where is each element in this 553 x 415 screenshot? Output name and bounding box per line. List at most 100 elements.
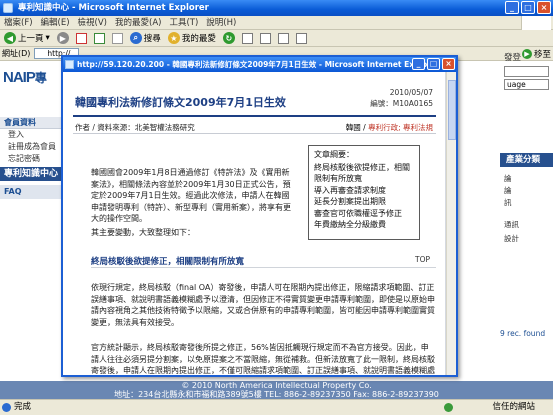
search-button[interactable]: ⌕ 搜尋 — [128, 31, 163, 46]
forward-button[interactable]: ▶ — [55, 31, 71, 46]
menu-tools[interactable]: 工具(T) — [169, 16, 198, 29]
toolbar: ◀ 上一頁 ▾ ▶ ⌕ 搜尋 ★ 我的最愛 ↻ — [0, 30, 553, 47]
refresh-icon — [93, 32, 105, 44]
menu-favorites[interactable]: 我的最愛(A) — [115, 16, 161, 29]
sidebar-item-forgot-password[interactable]: 忘記密碼 — [0, 153, 62, 165]
browser-title-bar: 專利知識中心 - Microsoft Internet Explorer _ □… — [0, 0, 553, 16]
home-button[interactable] — [110, 31, 125, 46]
language-dropdown[interactable]: uage — [504, 79, 549, 90]
ie-icon — [3, 3, 13, 13]
category-item[interactable]: 訊 — [504, 197, 512, 208]
history-button[interactable]: ↻ — [221, 31, 237, 46]
article-paragraph: 官方統計顯示，終局核駁寄發後所提之修正，56%皆因抵觸現行規定而不為官方接受。因… — [91, 343, 435, 375]
home-icon — [111, 32, 123, 44]
back-arrow-icon: ◀ — [4, 32, 16, 44]
back-button[interactable]: ◀ 上一頁 ▾ — [2, 31, 52, 46]
category-country: 韓國 / — [345, 123, 369, 132]
chevron-down-icon[interactable]: ▾ — [46, 33, 50, 43]
sidebar: 會員資料 登入 註冊成為會員 忘記密碼 專利知識中心 FAQ — [0, 117, 62, 317]
article-title: 韓國專利法新修訂條文2009年7月1日生效 — [75, 96, 286, 109]
article-page: 韓國專利法新修訂條文2009年7月1日生效 2010/05/07 編號：M10A… — [63, 72, 446, 375]
popup-maximize-button[interactable]: □ — [427, 58, 440, 70]
edit-button[interactable] — [276, 31, 291, 46]
trusted-zone-icon — [444, 403, 453, 412]
popup-window: http://59.120.20.200 - 韓國專利法新修訂條文2009年7月… — [61, 55, 458, 377]
stop-button[interactable] — [74, 31, 89, 46]
sidebar-faq[interactable]: FAQ — [0, 185, 62, 199]
summary-item[interactable]: 終局核駁後欲提修正，相關限制有所放寬 — [314, 162, 414, 185]
sidebar-section-knowledge[interactable]: 專利知識中心 — [0, 167, 62, 181]
category-item[interactable]: 論 — [504, 173, 512, 184]
stop-icon — [75, 32, 87, 44]
address-label: 網址(D) — [2, 49, 31, 58]
status-text: 完成 — [14, 402, 32, 412]
industry-category-title: 產業分類 — [500, 153, 553, 167]
category-link[interactable]: 專利行政; 專利法規 — [368, 123, 433, 132]
menu-help[interactable]: 說明(H) — [206, 16, 236, 29]
go-label[interactable]: 移至 — [534, 48, 551, 60]
star-icon: ★ — [167, 32, 180, 44]
summary-box: 文章綱要： 終局核駁後欲提修正，相關限制有所放寬 導入再審查請求制度 延長分割案… — [308, 145, 420, 240]
article-paragraph: 依現行規定，終局核駁（final OA）寄發後，申請人可在限期內提出修正，限縮請… — [91, 283, 435, 327]
summary-title: 文章綱要： — [314, 150, 354, 159]
menu-edit[interactable]: 編輯(E) — [41, 16, 70, 29]
close-button[interactable]: × — [537, 1, 551, 14]
article-id: 編號：M10A0165 — [370, 99, 433, 108]
copyright-text: © 2010 North America Intellectual Proper… — [181, 381, 372, 390]
category-item[interactable]: 設計 — [504, 233, 519, 244]
summary-item[interactable]: 導入再審查請求制度 — [314, 185, 414, 197]
edit-icon — [277, 32, 289, 44]
category-item[interactable]: 論 — [504, 185, 512, 196]
article-paragraph: 其主要變動，大致整理如下： — [91, 228, 195, 237]
mail-button[interactable] — [240, 31, 255, 46]
popup-title: http://59.120.20.200 - 韓國專利法新修訂條文2009年7月… — [77, 60, 440, 69]
sidebar-item-register[interactable]: 註冊成為會員 — [0, 141, 62, 153]
print-icon — [259, 32, 271, 44]
menu-bar: 檔案(F) 編輯(E) 檢視(V) 我的最愛(A) 工具(T) 說明(H) — [0, 16, 553, 30]
category-item[interactable]: 通訊 — [504, 219, 519, 230]
login-link[interactable]: 發登 — [504, 51, 521, 63]
forward-arrow-icon: ▶ — [56, 32, 69, 44]
discuss-icon — [295, 32, 307, 44]
refresh-button[interactable] — [92, 31, 107, 46]
sidebar-header-member: 會員資料 — [0, 117, 62, 129]
filter-dropdown[interactable] — [504, 66, 549, 77]
sidebar-item-login[interactable]: 登入 — [0, 129, 62, 141]
article-author: 作者 / 資料來源：北美智權法務研究 — [75, 123, 195, 132]
scrollbar-thumb[interactable] — [448, 80, 456, 140]
meta-divider — [73, 133, 436, 134]
page-icon — [2, 403, 11, 412]
article-date: 2010/05/07 — [389, 88, 433, 97]
article-category: 韓國 / 專利行政; 專利法規 — [346, 122, 433, 133]
minimize-button[interactable]: _ — [505, 1, 519, 14]
menu-file[interactable]: 檔案(F) — [4, 16, 33, 29]
print-button[interactable] — [258, 31, 273, 46]
favorites-button[interactable]: ★ 我的最愛 — [166, 31, 218, 46]
browser-title: 專利知識中心 - Microsoft Internet Explorer — [18, 3, 209, 13]
popup-scrollbar[interactable] — [446, 72, 456, 375]
history-icon: ↻ — [222, 32, 235, 44]
summary-item[interactable]: 審查官可依職權逕予修正 — [314, 208, 414, 220]
section-title: 終局核駁後欲提修正，相關限制有所放寬 — [91, 257, 245, 267]
maximize-button[interactable]: □ — [521, 1, 535, 14]
go-icon[interactable]: ▶ — [521, 49, 532, 59]
top-link[interactable]: TOP — [415, 255, 430, 264]
site-logo[interactable]: NAIP專 — [3, 69, 58, 101]
popup-body: 韓國專利法新修訂條文2009年7月1日生效 2010/05/07 編號：M10A… — [63, 72, 456, 375]
search-label: 搜尋 — [143, 34, 161, 44]
title-divider — [73, 115, 436, 117]
article-date-block: 2010/05/07 編號：M10A0165 — [370, 87, 433, 109]
mail-icon — [241, 32, 253, 44]
popup-close-button[interactable]: × — [442, 58, 455, 70]
discuss-button[interactable] — [294, 31, 309, 46]
section-divider — [91, 267, 436, 268]
windows-logo — [521, 16, 551, 30]
address-text: 地址：234台北縣永和市福和路389號5樓 TEL: 886-2-8923735… — [114, 390, 439, 399]
menu-view[interactable]: 檢視(V) — [78, 16, 107, 29]
popup-minimize-button[interactable]: _ — [412, 58, 425, 70]
popup-title-bar: http://59.120.20.200 - 韓國專利法新修訂條文2009年7月… — [63, 57, 456, 72]
summary-item[interactable]: 年費繳納全分級繳費 — [314, 219, 414, 231]
page-footer: © 2010 North America Intellectual Proper… — [0, 381, 553, 399]
ie-icon — [65, 60, 74, 69]
summary-item[interactable]: 延長分割案提出期限 — [314, 196, 414, 208]
